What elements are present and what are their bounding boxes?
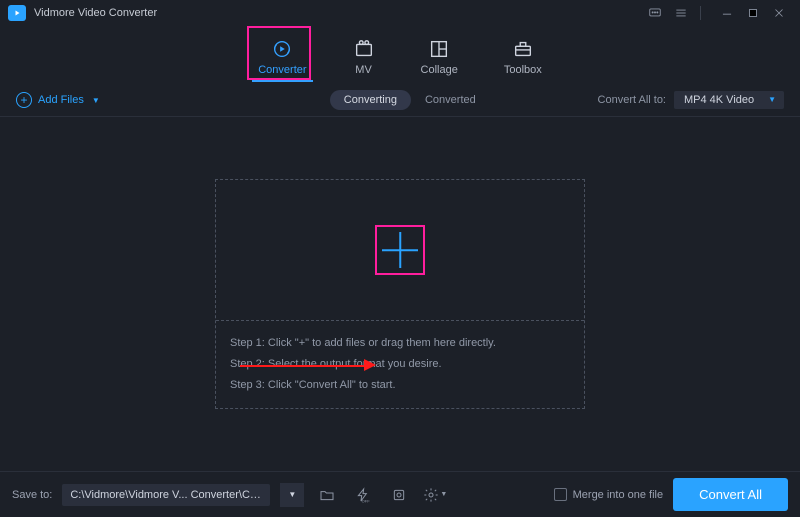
minimize-button[interactable] (714, 3, 740, 23)
toolbox-icon (512, 38, 534, 60)
merge-label: Merge into one file (573, 489, 664, 501)
annotation-highlight-plus (375, 225, 425, 275)
bottom-bar: Save to: C:\Vidmore\Vidmore V... Convert… (0, 471, 800, 517)
tab-converter[interactable]: Converter (258, 38, 306, 82)
chevron-down-icon: ▼ (288, 490, 296, 499)
chevron-down-icon: ▼ (768, 95, 776, 104)
step-1: Step 1: Click "+" to add files or drag t… (230, 333, 570, 354)
convert-all-button[interactable]: Convert All (673, 478, 788, 511)
chevron-down-icon: ▼ (92, 96, 100, 105)
tab-converting[interactable]: Converting (330, 90, 411, 110)
feedback-button[interactable] (642, 3, 668, 23)
status-tabs: Converting Converted (330, 90, 490, 110)
chevron-down-icon: ▼ (440, 491, 447, 498)
app-title: Vidmore Video Converter (34, 7, 157, 19)
sub-toolbar: + Add Files ▼ Converting Converted Conve… (0, 82, 800, 114)
workspace: Step 1: Click "+" to add files or drag t… (0, 117, 800, 471)
selected-format: MP4 4K Video (684, 94, 754, 106)
svg-text:OFF: OFF (362, 498, 371, 503)
save-to-label: Save to: (12, 489, 52, 501)
plus-circle-icon: + (16, 92, 32, 108)
tab-label: Collage (421, 64, 458, 76)
instructions: Step 1: Click "+" to add files or drag t… (216, 321, 584, 408)
tab-mv[interactable]: MV (353, 38, 375, 82)
tab-label: Converter (258, 64, 306, 76)
tab-toolbox[interactable]: Toolbox (504, 38, 542, 82)
convert-all-to: Convert All to: MP4 4K Video ▼ (598, 91, 784, 109)
save-path-field[interactable]: C:\Vidmore\Vidmore V... Converter\Conver… (62, 484, 270, 506)
high-speed-button[interactable] (386, 483, 412, 507)
menu-button[interactable] (668, 3, 694, 23)
convert-all-to-label: Convert All to: (598, 94, 666, 106)
tab-converted[interactable]: Converted (411, 90, 490, 110)
collage-icon (428, 38, 450, 60)
app-window: Vidmore Video Converter Converter (0, 0, 800, 517)
tab-label: MV (355, 64, 372, 76)
main-nav: Converter MV Collage Toolbox (0, 26, 800, 82)
close-button[interactable] (766, 3, 792, 23)
app-logo-icon (8, 5, 26, 21)
step-2: Step 2: Select the output format you des… (230, 354, 570, 375)
drop-zone[interactable]: Step 1: Click "+" to add files or drag t… (215, 179, 585, 409)
settings-button[interactable]: ▼ (422, 483, 448, 507)
merge-into-one-file-checkbox[interactable]: Merge into one file (554, 488, 664, 501)
mv-icon (353, 38, 375, 60)
converter-icon (271, 38, 293, 60)
title-bar: Vidmore Video Converter (0, 0, 800, 26)
add-files-button[interactable]: + Add Files ▼ (16, 92, 100, 108)
add-files-label: Add Files (38, 94, 84, 106)
add-files-plus-icon[interactable] (380, 230, 420, 270)
checkbox-icon (554, 488, 567, 501)
save-path-dropdown[interactable]: ▼ (280, 483, 304, 507)
open-folder-button[interactable] (314, 483, 340, 507)
tab-label: Toolbox (504, 64, 542, 76)
hardware-accel-button[interactable]: OFF (350, 483, 376, 507)
step-3: Step 3: Click "Convert All" to start. (230, 375, 570, 396)
output-format-selector[interactable]: MP4 4K Video ▼ (674, 91, 784, 109)
maximize-button[interactable] (740, 3, 766, 23)
drop-zone-target[interactable] (216, 180, 584, 321)
tab-collage[interactable]: Collage (421, 38, 458, 82)
